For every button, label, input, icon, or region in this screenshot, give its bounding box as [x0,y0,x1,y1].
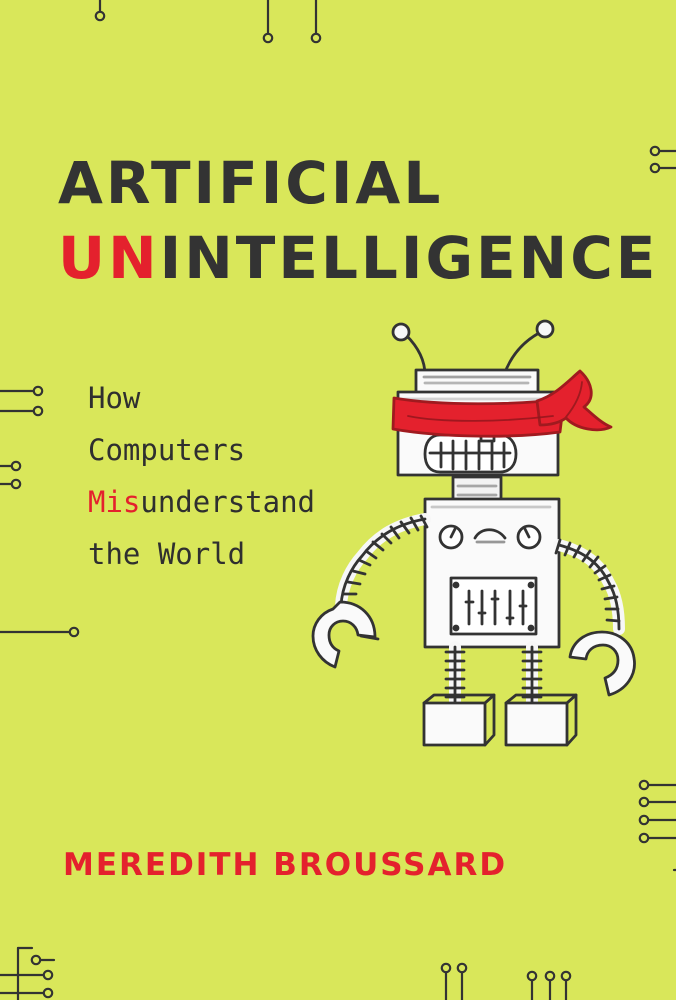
title-line-2: UNINTELLIGENCE [58,229,658,287]
title-line-1: ARTIFICIAL [58,149,444,217]
author-name: MEREDITH BROUSSARD [63,847,508,883]
subtitle-accent-prefix: Mis [88,485,141,519]
book-cover: ARTIFICIAL UNINTELLIGENCE How Computers … [0,0,676,1000]
title-accent-prefix: UN [58,224,160,292]
title-main-word: INTELLIGENCE [159,224,659,292]
robot-illustration [280,305,640,785]
